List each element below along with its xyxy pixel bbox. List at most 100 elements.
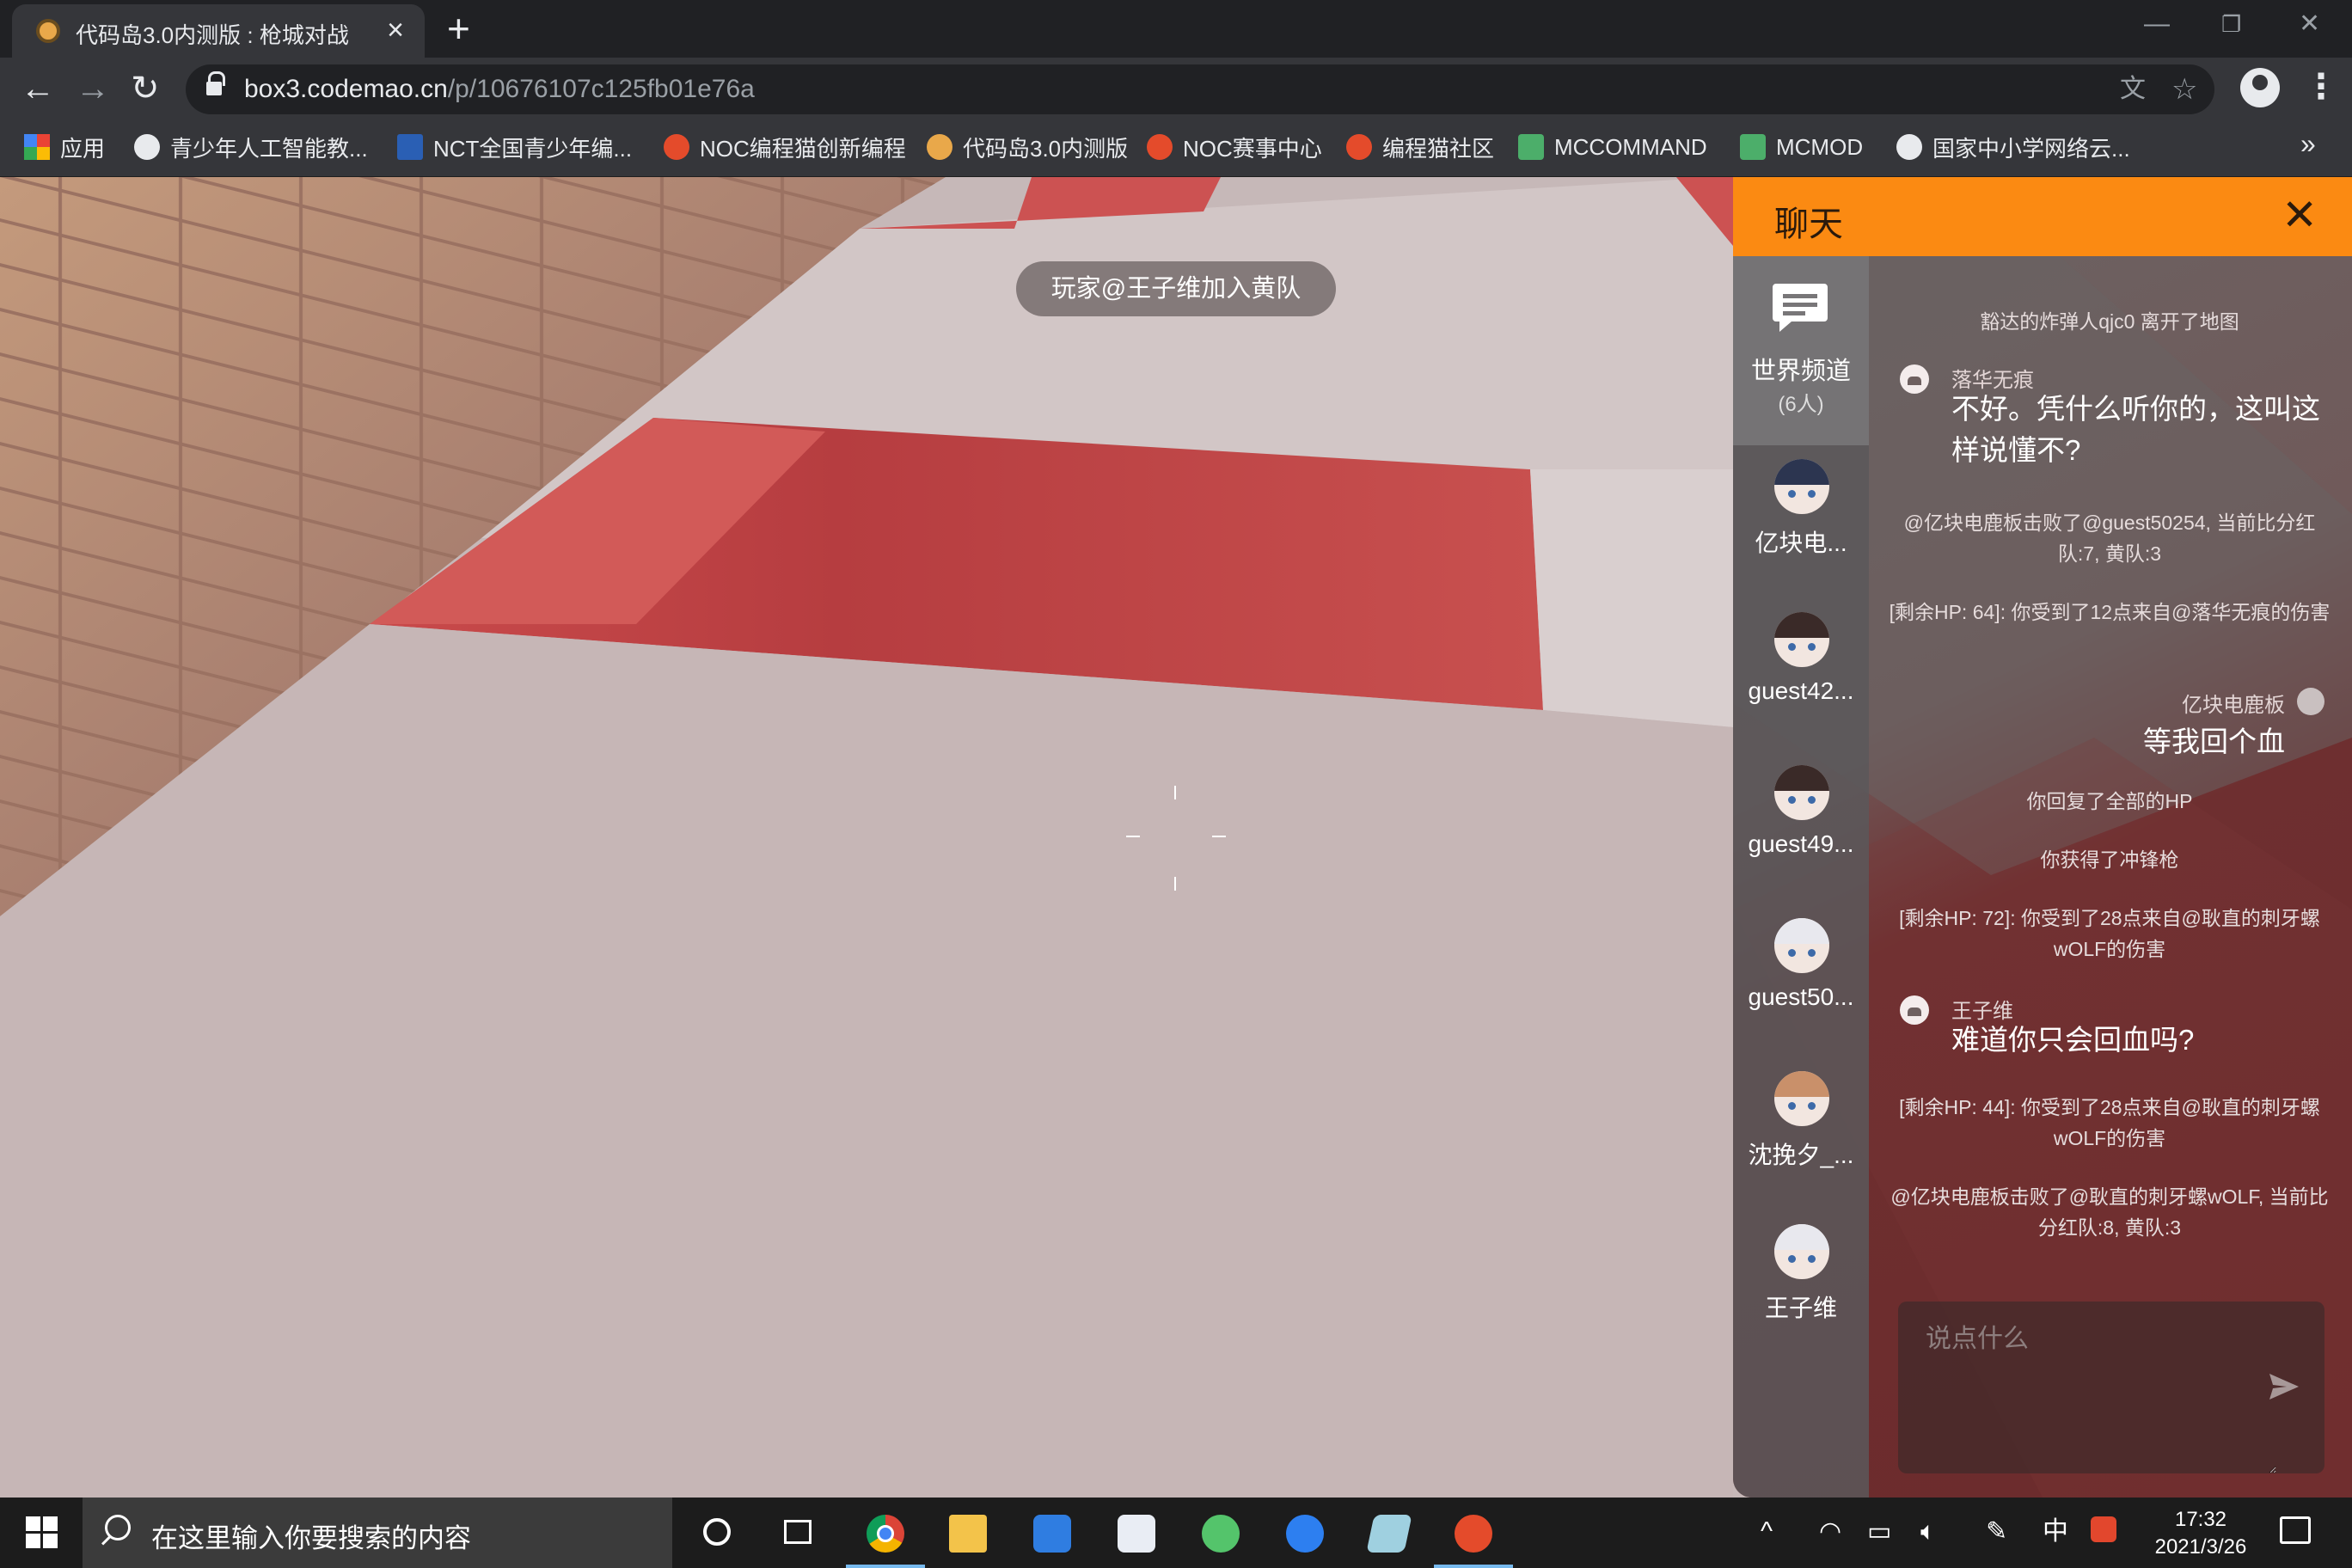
chrome-center-dot bbox=[877, 1525, 894, 1542]
maker-icon bbox=[1455, 1515, 1492, 1553]
system-message: 你获得了冲锋枪 bbox=[2040, 848, 2179, 871]
battery-icon[interactable]: ▭ bbox=[1867, 1516, 1891, 1547]
cortana-button[interactable] bbox=[676, 1498, 758, 1568]
tablet-icon bbox=[1366, 1515, 1412, 1553]
wifi-icon[interactable]: ◠ bbox=[1819, 1516, 1841, 1547]
join-team-toast: 玩家@王子维加入黄队 bbox=[1016, 261, 1336, 316]
tray-overflow-chevron-icon[interactable]: ^ bbox=[1761, 1516, 1773, 1547]
user-avatar-icon bbox=[1900, 995, 1929, 1025]
taskbar-app[interactable] bbox=[927, 1498, 1009, 1568]
system-message: [剩余HP: 44]: 你受到了28点来自@耿直的刺牙螺wOLF的伤害 bbox=[1899, 1096, 2320, 1149]
world-channel-tab[interactable]: 世界频道 (6人) bbox=[1733, 256, 1869, 445]
address-bar[interactable]: box3.codemao.cn/p/10676107c125fb01e76a 文… bbox=[186, 64, 2214, 114]
bookmark-item[interactable]: NOC编程猫创新编程 bbox=[664, 130, 906, 164]
chat-input[interactable] bbox=[1898, 1302, 2276, 1473]
avatar bbox=[1774, 1071, 1829, 1126]
channel-member-count: (6人) bbox=[1778, 393, 1824, 416]
message-sender: 亿块电鹿板 bbox=[2182, 694, 2285, 717]
member-name: guest50... bbox=[1748, 983, 1854, 1010]
new-tab-button[interactable]: + bbox=[447, 7, 470, 50]
member-item[interactable]: guest49... bbox=[1733, 765, 1869, 911]
taskbar-search-box[interactable]: 在这里输入你要搜索的内容 bbox=[83, 1498, 672, 1568]
tab-strip: 代码岛3.0内测版 : 枪城对战 × + — ❐ ✕ bbox=[0, 0, 2352, 58]
avatar-eyes bbox=[1788, 796, 1816, 804]
codemao-cat-icon bbox=[1147, 134, 1173, 160]
bookmark-item[interactable]: MCMOD bbox=[1740, 130, 1863, 164]
translate-icon[interactable]: 文 bbox=[2120, 73, 2146, 106]
member-name: 沈挽夕_... bbox=[1748, 1142, 1854, 1168]
avatar-hair bbox=[1774, 1071, 1829, 1097]
avatar-eyes bbox=[1788, 490, 1816, 498]
avatar-hair bbox=[1774, 459, 1829, 485]
user-avatar-icon bbox=[2297, 688, 2324, 715]
sogou-input-icon[interactable] bbox=[2091, 1516, 2116, 1542]
taskbar-app[interactable] bbox=[1095, 1498, 1178, 1568]
bookmark-item[interactable]: 代码岛3.0内测版 bbox=[927, 130, 1128, 164]
taskbar-app[interactable] bbox=[1264, 1498, 1346, 1568]
restore-icon[interactable]: ❐ bbox=[2221, 7, 2241, 41]
window-close-icon[interactable]: ✕ bbox=[2299, 7, 2320, 41]
avatar-hair bbox=[1774, 765, 1829, 791]
member-name: 亿块电... bbox=[1755, 530, 1847, 556]
message-text: 难道你只会回血吗? bbox=[1951, 1024, 2195, 1056]
avatar-eyes bbox=[1788, 1255, 1816, 1263]
browser-toolbar: ← → ↻ box3.codemao.cn/p/10676107c125fb01… bbox=[0, 58, 2352, 119]
codemao-cat-icon bbox=[1346, 134, 1372, 160]
avatar bbox=[1774, 765, 1829, 820]
bookmark-item[interactable]: 应用 bbox=[24, 130, 105, 164]
member-item[interactable]: guest50... bbox=[1733, 918, 1869, 1064]
bookmarks-overflow-icon[interactable]: » bbox=[2300, 128, 2316, 160]
member-name: guest49... bbox=[1748, 830, 1854, 857]
chat-composer bbox=[1898, 1302, 2324, 1473]
taskbar-app[interactable] bbox=[1432, 1498, 1515, 1568]
chat-title: 聊天 bbox=[1774, 205, 1843, 243]
member-item[interactable]: 亿块电... bbox=[1733, 459, 1869, 605]
member-item[interactable]: 王子维 bbox=[1733, 1224, 1869, 1370]
profile-avatar-icon[interactable] bbox=[2240, 68, 2280, 107]
notification-center-icon[interactable] bbox=[2280, 1516, 2311, 1544]
system-message: @亿块电鹿板击败了@guest50254, 当前比分红队:7, 黄队:3 bbox=[1903, 511, 2316, 565]
task-view-button[interactable] bbox=[756, 1498, 839, 1568]
chat-close-icon[interactable]: ✕ bbox=[2282, 191, 2318, 239]
browser-tab[interactable]: 代码岛3.0内测版 : 枪城对战 × bbox=[12, 4, 425, 58]
tab-title: 代码岛3.0内测版 : 枪城对战 bbox=[76, 22, 349, 48]
forward-arrow-icon[interactable]: → bbox=[76, 70, 110, 107]
bookmark-star-icon[interactable]: ☆ bbox=[2171, 73, 2197, 106]
pen-icon[interactable]: ✎ bbox=[1986, 1516, 2007, 1547]
bookmark-item[interactable]: 青少年人工智能教... bbox=[134, 130, 368, 164]
nct-logo-icon bbox=[397, 134, 423, 160]
bookmark-item[interactable]: 编程猫社区 bbox=[1346, 130, 1494, 164]
windows-start-icon[interactable] bbox=[26, 1516, 58, 1549]
globe-icon bbox=[134, 134, 160, 160]
taskbar-app[interactable] bbox=[844, 1498, 927, 1568]
chat-header: 聊天 ✕ bbox=[1733, 177, 2352, 256]
back-arrow-icon[interactable]: ← bbox=[21, 70, 55, 107]
bookmark-item[interactable]: MCCOMMAND bbox=[1518, 130, 1707, 164]
volume-icon[interactable]: 🔈︎ bbox=[1920, 1516, 1936, 1547]
sogou-icon bbox=[1286, 1515, 1324, 1553]
reload-icon[interactable]: ↻ bbox=[131, 70, 160, 107]
taskbar-search-placeholder: 在这里输入你要搜索的内容 bbox=[151, 1523, 471, 1553]
menu-kebab-icon[interactable]: ⋮ bbox=[2304, 68, 2338, 106]
minimize-icon[interactable]: — bbox=[2144, 7, 2170, 41]
clock-date: 2021/3/26 bbox=[2154, 1535, 2247, 1559]
file-explorer-icon bbox=[949, 1515, 987, 1553]
send-icon[interactable] bbox=[2269, 1374, 2299, 1400]
avatar-eyes bbox=[1788, 1102, 1816, 1110]
member-item[interactable]: guest42... bbox=[1733, 612, 1869, 758]
taskbar-app[interactable] bbox=[1011, 1498, 1093, 1568]
message-text: 不好。凭什么听你的，这叫这样说懂不? bbox=[1951, 393, 2320, 466]
member-item[interactable]: 沈挽夕_... bbox=[1733, 1071, 1869, 1217]
tab-close-icon[interactable]: × bbox=[387, 13, 404, 47]
taskbar-app[interactable] bbox=[1348, 1498, 1430, 1568]
taskbar-clock[interactable]: 17:32 2021/3/26 bbox=[2141, 1506, 2261, 1561]
avatar-eyes bbox=[1788, 643, 1816, 651]
system-message: [剩余HP: 72]: 你受到了28点来自@耿直的刺牙螺wOLF的伤害 bbox=[1899, 907, 2320, 960]
chat-panel: 聊天 ✕ 世界频道 (6人) 亿块电... guest42... guest49… bbox=[1733, 177, 2352, 1498]
bookmark-item[interactable]: 国家中小学网络云... bbox=[1896, 130, 2130, 164]
photos-icon bbox=[1033, 1515, 1071, 1553]
bookmark-item[interactable]: NCT全国青少年编... bbox=[397, 130, 632, 164]
taskbar-app[interactable] bbox=[1179, 1498, 1262, 1568]
bookmark-item[interactable]: NOC赛事中心 bbox=[1147, 130, 1322, 164]
ime-indicator[interactable]: 中 bbox=[2043, 1516, 2068, 1547]
